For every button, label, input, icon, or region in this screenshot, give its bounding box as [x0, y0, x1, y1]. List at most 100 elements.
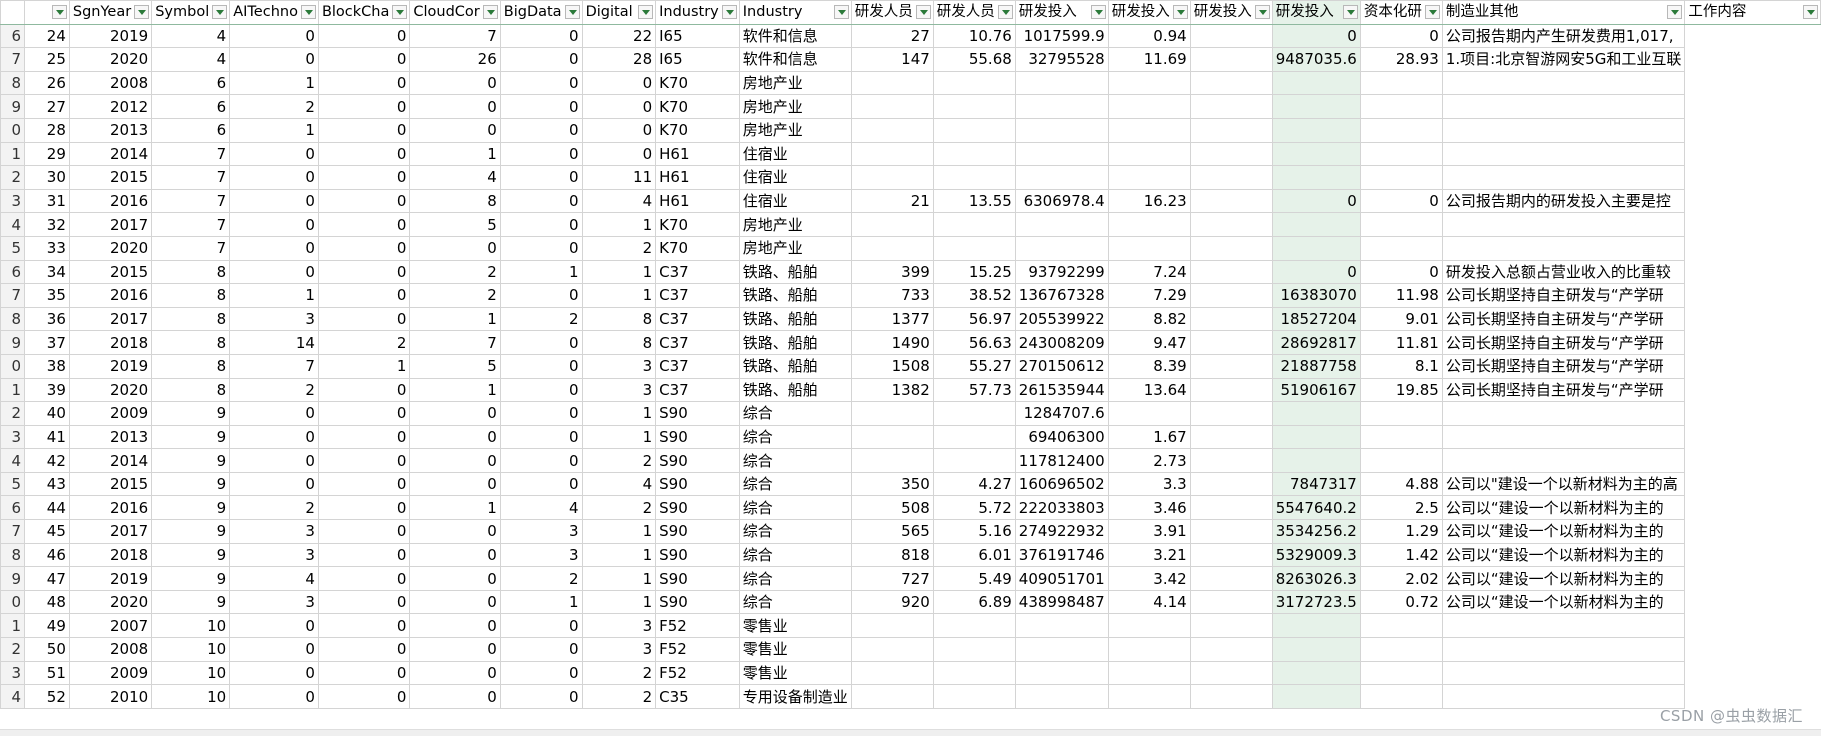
table-cell[interactable]: 3.46 [1107, 495, 1191, 521]
table-cell[interactable]: 6 [151, 117, 231, 143]
table-cell[interactable]: 公司长期坚持自主研发与“产学研 [1441, 377, 1686, 403]
table-cell[interactable]: 409051701 [1014, 566, 1109, 591]
table-cell[interactable]: 3 [581, 353, 657, 379]
table-cell[interactable]: 4 [499, 495, 583, 521]
table-cell[interactable]: 0 [499, 23, 583, 49]
table-cell[interactable] [850, 660, 934, 686]
table-cell[interactable]: C37 [655, 283, 740, 308]
table-cell[interactable]: 综合 [738, 495, 852, 521]
column-header[interactable]: AITechno [229, 0, 319, 25]
table-cell[interactable]: 3.91 [1107, 519, 1191, 544]
filter-dropdown-icon[interactable] [1172, 5, 1188, 19]
table-cell[interactable] [932, 401, 1016, 426]
table-cell[interactable] [1189, 283, 1273, 308]
table-cell[interactable]: 1 [499, 589, 583, 615]
table-cell[interactable]: 9 [151, 542, 231, 568]
table-cell[interactable]: 铁路、船舶 [738, 330, 852, 355]
table-cell[interactable] [1189, 259, 1273, 285]
column-header[interactable]: Industry [738, 0, 852, 25]
table-cell[interactable]: 铁路、船舶 [738, 353, 852, 379]
table-cell[interactable]: 3 [499, 542, 583, 568]
table-cell[interactable]: 5329009.3 [1271, 542, 1361, 568]
column-header[interactable]: 研发人员 [850, 0, 934, 25]
table-cell[interactable]: 11.69 [1107, 47, 1191, 72]
table-cell[interactable]: 8.82 [1107, 306, 1191, 332]
table-cell[interactable] [932, 448, 1016, 473]
table-cell[interactable]: 0 [409, 519, 501, 544]
filter-dropdown-icon[interactable] [1424, 5, 1440, 19]
table-cell[interactable]: 0 [499, 212, 583, 237]
table-cell[interactable]: 2010 [68, 684, 153, 709]
table-cell[interactable]: 0 [499, 377, 583, 403]
horizontal-scrollbar[interactable] [0, 729, 1821, 736]
table-cell[interactable] [1271, 212, 1361, 237]
table-cell[interactable]: 0 [317, 47, 411, 72]
table-cell[interactable] [1271, 165, 1361, 190]
table-cell[interactable]: 27 [24, 94, 70, 119]
table-cell[interactable] [850, 235, 934, 261]
table-cell[interactable]: 0 [229, 165, 319, 190]
row-number[interactable]: 8 [0, 70, 25, 96]
row-number[interactable]: 6 [0, 495, 25, 521]
table-cell[interactable]: 4 [581, 471, 657, 497]
table-cell[interactable]: 2017 [68, 306, 153, 332]
table-cell[interactable]: 0 [409, 401, 501, 426]
table-cell[interactable]: 10 [151, 684, 231, 709]
table-cell[interactable]: 376191746 [1014, 542, 1109, 568]
table-cell[interactable]: 2 [581, 660, 657, 686]
table-cell[interactable]: 软件和信息 [738, 47, 852, 72]
column-header[interactable]: BlockCha [317, 0, 411, 25]
table-cell[interactable]: 3.21 [1107, 542, 1191, 568]
table-cell[interactable]: 9 [151, 401, 231, 426]
table-cell[interactable]: 438998487 [1014, 589, 1109, 615]
table-cell[interactable]: 2014 [68, 141, 153, 167]
table-cell[interactable] [1189, 70, 1273, 96]
table-cell[interactable] [1441, 94, 1686, 119]
table-cell[interactable]: 1 [581, 401, 657, 426]
table-cell[interactable]: 2 [229, 377, 319, 403]
table-cell[interactable]: 2008 [68, 637, 153, 662]
corner-cell[interactable] [0, 0, 25, 25]
table-cell[interactable] [1189, 141, 1273, 167]
table-cell[interactable]: S90 [655, 566, 740, 591]
column-header[interactable]: Digital [581, 0, 657, 25]
table-cell[interactable]: 0 [317, 212, 411, 237]
table-cell[interactable]: 7.24 [1107, 259, 1191, 285]
table-cell[interactable]: 4.14 [1107, 589, 1191, 615]
table-cell[interactable] [1359, 401, 1443, 426]
table-cell[interactable] [1189, 165, 1273, 190]
table-cell[interactable]: 8 [151, 377, 231, 403]
table-cell[interactable]: 93792299 [1014, 259, 1109, 285]
table-cell[interactable] [1189, 188, 1273, 214]
table-cell[interactable]: 0 [499, 424, 583, 450]
table-cell[interactable]: 50 [24, 637, 70, 662]
table-cell[interactable]: 6.01 [932, 542, 1016, 568]
table-cell[interactable] [1441, 165, 1686, 190]
table-cell[interactable]: 0 [229, 448, 319, 473]
table-cell[interactable] [1014, 70, 1109, 96]
table-cell[interactable]: 公司报告期内产生研发费用1,017, [1441, 23, 1686, 49]
table-cell[interactable] [1441, 660, 1686, 686]
table-cell[interactable] [1189, 23, 1273, 49]
table-cell[interactable] [1441, 235, 1686, 261]
table-cell[interactable]: 36 [24, 306, 70, 332]
table-cell[interactable]: 28.93 [1359, 47, 1443, 72]
table-cell[interactable]: 28 [24, 117, 70, 143]
table-cell[interactable]: 0 [499, 47, 583, 72]
row-number[interactable]: 4 [0, 448, 25, 473]
column-header[interactable]: 研发投入 [1014, 0, 1109, 25]
table-cell[interactable] [850, 117, 934, 143]
table-cell[interactable] [1359, 637, 1443, 662]
table-cell[interactable] [1107, 235, 1191, 261]
table-cell[interactable]: 3 [229, 589, 319, 615]
table-cell[interactable] [1359, 141, 1443, 167]
table-cell[interactable]: 0 [317, 566, 411, 591]
table-cell[interactable]: 2.73 [1107, 448, 1191, 473]
table-cell[interactable]: 49 [24, 613, 70, 639]
table-cell[interactable]: 1 [229, 70, 319, 96]
table-cell[interactable]: 44 [24, 495, 70, 521]
table-cell[interactable]: 818 [850, 542, 934, 568]
table-cell[interactable] [1441, 637, 1686, 662]
table-cell[interactable]: 10 [151, 613, 231, 639]
table-cell[interactable]: 160696502 [1014, 471, 1109, 497]
